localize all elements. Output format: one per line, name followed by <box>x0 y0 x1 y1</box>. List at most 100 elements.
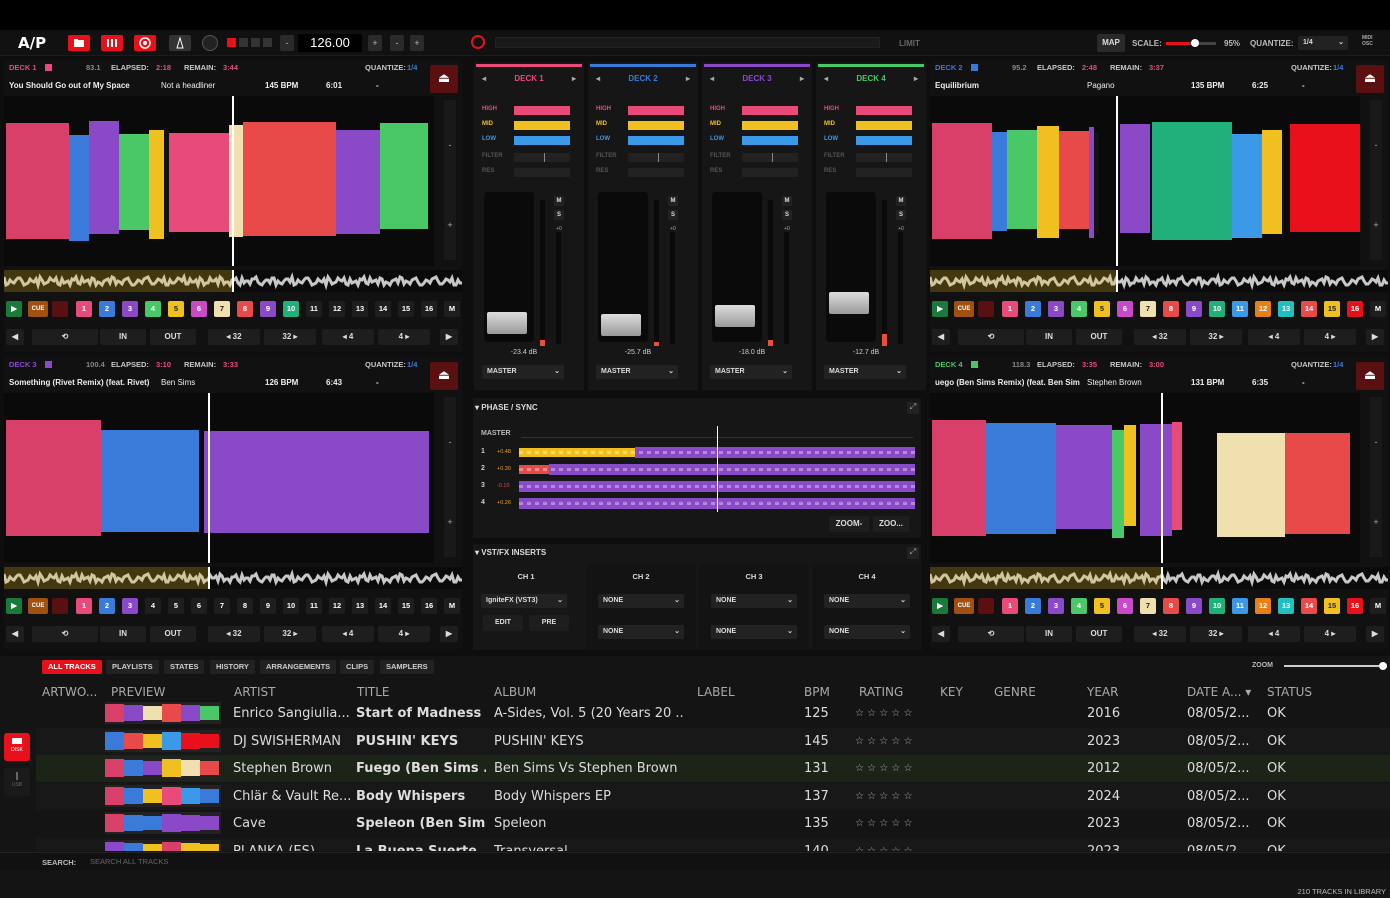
hotcue-mode-button[interactable]: M <box>1370 301 1386 317</box>
hotcue-11[interactable]: 11 <box>1232 301 1248 317</box>
hotcue-16[interactable]: 16 <box>421 301 437 317</box>
waveform[interactable] <box>930 96 1360 266</box>
zoom-scroll[interactable]: - + <box>1370 397 1382 557</box>
beatjump-back-4[interactable]: ◂ 4 <box>1248 626 1300 642</box>
knob-filter[interactable]: FILTER <box>708 153 806 163</box>
record-status-icon[interactable] <box>471 35 485 49</box>
loop-icon[interactable]: ⟲ <box>958 329 1024 345</box>
hotcue-5[interactable]: 5 <box>1094 598 1110 614</box>
record-icon[interactable] <box>134 35 156 51</box>
beatjump-fwd-32[interactable]: 32 ▸ <box>1190 329 1242 345</box>
s-button[interactable]: S <box>668 210 678 220</box>
waveform[interactable] <box>4 393 434 563</box>
phase-sync-title[interactable]: ▾ PHASE / SYNC <box>475 403 538 412</box>
knob-filter[interactable]: FILTER <box>594 153 692 163</box>
loop-out-button[interactable]: OUT <box>1076 329 1122 345</box>
table-row[interactable]: Enrico Sangiulia... Start of Madness A-Sid… <box>36 700 1390 727</box>
hotcue-2[interactable]: 2 <box>1025 598 1041 614</box>
m-button[interactable]: M <box>554 196 564 206</box>
hotcue-11[interactable]: 11 <box>306 598 322 614</box>
library-zoom-slider[interactable] <box>1284 662 1387 670</box>
map-button[interactable]: MAP <box>1097 34 1125 52</box>
loop-in-button[interactable]: IN <box>100 329 146 345</box>
waveform-preview[interactable] <box>105 812 221 835</box>
hotcue-6[interactable]: 6 <box>1117 598 1133 614</box>
search-input[interactable]: SEARCH ALL TRACKS <box>90 857 168 866</box>
rating-stars[interactable]: ☆ ☆ ☆ ☆ ☆ <box>855 791 925 802</box>
disk-button[interactable]: DISK <box>4 733 30 761</box>
hotcue-16[interactable]: 16 <box>1347 598 1363 614</box>
col-rating[interactable]: RATING <box>859 685 903 699</box>
master-bpm[interactable]: 126.00 <box>298 34 362 52</box>
col-artist[interactable]: ARTIST <box>234 685 276 699</box>
s-button[interactable]: S <box>896 210 906 220</box>
eject-button[interactable]: ⏏ <box>1356 362 1384 390</box>
hotcue-6[interactable]: 6 <box>1117 301 1133 317</box>
fx-slot-2[interactable]: NONE ⌄ <box>598 625 684 639</box>
zoom-scroll[interactable]: - + <box>444 100 456 260</box>
m-button[interactable]: M <box>668 196 678 206</box>
knob-res[interactable]: RES <box>822 168 920 178</box>
bpm-decrease-button[interactable]: - <box>280 35 294 51</box>
loop-record-icon[interactable] <box>978 301 994 317</box>
beatjump-back-32[interactable]: ◂ 32 <box>1134 626 1186 642</box>
knob-filter[interactable]: FILTER <box>822 153 920 163</box>
channel-deck-select[interactable]: ◂ DECK 1 ▸ <box>482 74 576 86</box>
loop-record-icon[interactable] <box>52 598 68 614</box>
waveform[interactable] <box>930 393 1360 563</box>
col-genre[interactable]: GENRE <box>994 685 1036 699</box>
loop-out-button[interactable]: OUT <box>150 329 196 345</box>
eject-button[interactable]: ⏏ <box>430 65 458 93</box>
hotcue-7[interactable]: 7 <box>1140 301 1156 317</box>
hotcue-3[interactable]: 3 <box>1048 598 1064 614</box>
hotcue-11[interactable]: 11 <box>306 301 322 317</box>
eq-low[interactable]: LOW <box>822 136 920 146</box>
hotcue-15[interactable]: 15 <box>1324 598 1340 614</box>
hotcue-3[interactable]: 3 <box>122 301 138 317</box>
eject-button[interactable]: ⏏ <box>1356 65 1384 93</box>
library-tab-all-tracks[interactable]: ALL TRACKS <box>42 660 102 674</box>
beatjump-fwd-4[interactable]: 4 ▸ <box>1304 626 1356 642</box>
loop-icon[interactable]: ⟲ <box>32 626 98 642</box>
hotcue-13[interactable]: 13 <box>352 598 368 614</box>
beatjump-fwd-4[interactable]: 4 ▸ <box>378 626 430 642</box>
rating-stars[interactable]: ☆ ☆ ☆ ☆ ☆ <box>855 846 925 851</box>
hotcue-4[interactable]: 4 <box>1071 301 1087 317</box>
cue-button[interactable]: CUE <box>28 598 48 614</box>
s-button[interactable]: S <box>554 210 564 220</box>
loop-out-button[interactable]: OUT <box>1076 626 1122 642</box>
library-tab-history[interactable]: HISTORY <box>210 660 255 674</box>
table-row[interactable]: Chlär & Vault Re... Body Whispers Body Whi… <box>36 782 1390 810</box>
track-overview[interactable] <box>4 270 462 292</box>
prev-icon[interactable]: ◀ <box>6 329 24 345</box>
channel-fader[interactable] <box>712 192 762 342</box>
usb-button[interactable]: USB <box>4 768 30 796</box>
beatjump-back-32[interactable]: ◂ 32 <box>1134 329 1186 345</box>
library-tab-states[interactable]: STATES <box>164 660 205 674</box>
col-bpm[interactable]: BPM <box>804 685 830 699</box>
hotcue-15[interactable]: 15 <box>398 598 414 614</box>
col-date-added[interactable]: DATE A... ▾ <box>1187 685 1251 699</box>
track-overview[interactable] <box>4 567 462 589</box>
table-row[interactable]: DJ SWISHERMAN PUSHIN' KEYS PUSHIN' KEYS 145… <box>36 727 1390 755</box>
fx-slot-1[interactable]: NONE ⌄ <box>711 594 797 608</box>
track-overview[interactable] <box>930 270 1388 292</box>
prev-icon[interactable]: ◀ <box>6 626 24 642</box>
play-button[interactable]: ▶ <box>932 598 948 614</box>
master-timeline[interactable] <box>495 37 880 48</box>
nudge-down-button[interactable]: - <box>390 35 404 51</box>
hotcue-1[interactable]: 1 <box>1002 301 1018 317</box>
channel-deck-select[interactable]: ◂ DECK 2 ▸ <box>596 74 690 86</box>
next-icon[interactable]: ▶ <box>440 626 458 642</box>
hotcue-12[interactable]: 12 <box>329 598 345 614</box>
beatjump-fwd-32[interactable]: 32 ▸ <box>264 626 316 642</box>
zoom-out-button[interactable]: ZOOM- <box>829 516 869 532</box>
folder-icon[interactable] <box>68 35 90 51</box>
eq-mid[interactable]: MID <box>822 121 920 131</box>
loop-in-button[interactable]: IN <box>1026 329 1072 345</box>
beatjump-back-4[interactable]: ◂ 4 <box>322 329 374 345</box>
fader-cap[interactable] <box>715 305 755 327</box>
hotcue-10[interactable]: 10 <box>283 301 299 317</box>
hotcue-mode-button[interactable]: M <box>444 301 460 317</box>
hotcue-13[interactable]: 13 <box>1278 598 1294 614</box>
